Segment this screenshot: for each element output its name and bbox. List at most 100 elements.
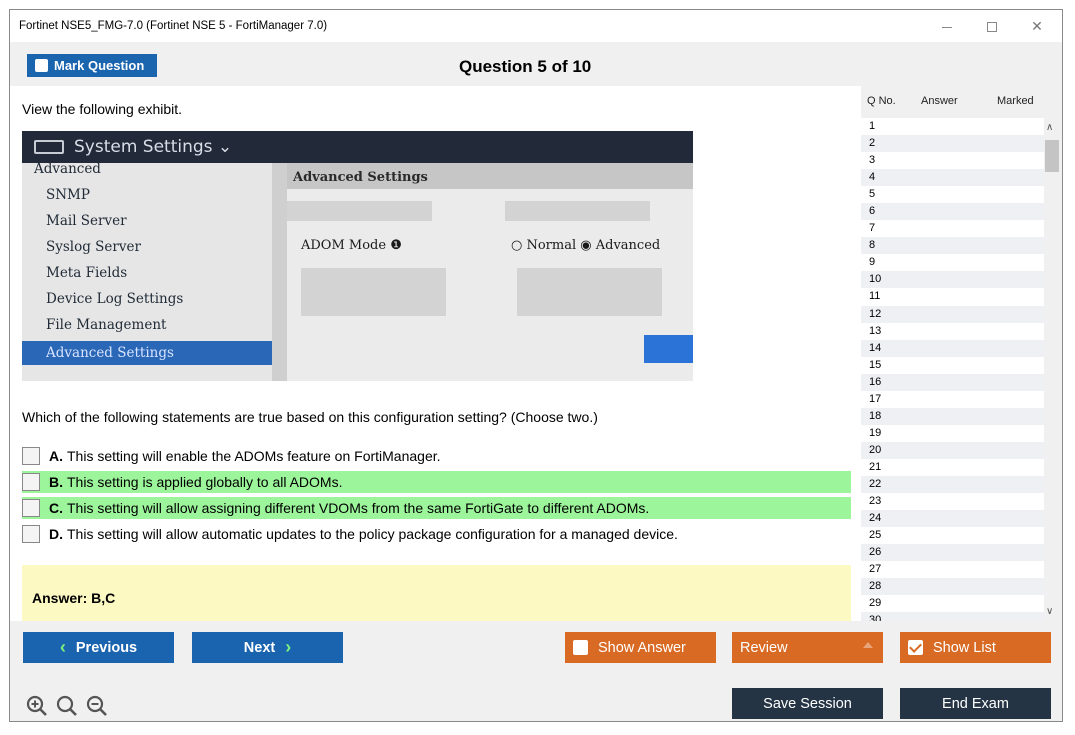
answer-text: Answer: B,C [32,590,116,606]
question-text: Which of the following statements are tr… [22,409,598,425]
mark-question-label: Mark Question [54,58,145,73]
exhibit-top-title: System Settings ⌄ [74,137,233,157]
question-list-rows: 1 2 3 4 5 6 7 8 9 10 11 12 13 14 15 16 17 18 19 20 21 22 23 24 2… [861,118,1044,621]
save-session-button[interactable]: Save Session [732,688,883,719]
exhibit-sidebar-item: SNMP [46,187,90,203]
question-list-row[interactable]: 25 [861,527,1044,545]
question-list-row[interactable]: 19 [861,424,1044,442]
question-list-row[interactable]: 5 [861,186,1044,204]
question-list-row[interactable]: 11 [861,288,1044,306]
close-icon: ✕ [1031,18,1043,34]
question-list-row[interactable]: 21 [861,458,1044,476]
exhibit-adom-mode-label: ADOM Mode ❶ [301,238,402,253]
question-content: View the following exhibit. System Setti… [10,86,861,631]
previous-button[interactable]: ‹ Previous [23,632,174,663]
scrollbar-thumb[interactable] [1045,140,1059,172]
option-letter: A. [49,448,63,464]
show-answer-button[interactable]: Show Answer [565,632,716,663]
question-list-row[interactable]: 15 [861,356,1044,374]
mark-question-button[interactable]: Mark Question [27,54,157,77]
caret-up-icon [863,642,873,648]
question-list-row[interactable]: 26 [861,544,1044,562]
question-list-row[interactable]: 7 [861,220,1044,238]
end-exam-label: End Exam [942,695,1009,712]
exhibit-adom-mode-options: ○ Normal ◉ Advanced [511,238,661,253]
option-c[interactable]: C. This setting will allow assigning dif… [22,497,851,519]
question-list-row[interactable]: 17 [861,390,1044,408]
question-list-row[interactable]: 3 [861,152,1044,170]
exhibit-blurred-field [301,268,446,316]
zoom-in-icon[interactable] [26,695,48,721]
option-checkbox[interactable] [22,447,40,465]
title-bar: Fortinet NSE5_FMG-7.0 (Fortinet NSE 5 - … [10,10,1062,42]
question-list-row[interactable]: 18 [861,407,1044,425]
show-list-button[interactable]: Show List [900,632,1051,663]
answer-header: Answer [921,95,958,107]
scroll-up-icon[interactable]: ∧ [1046,122,1053,133]
show-answer-label: Show Answer [598,639,686,656]
option-checkbox[interactable] [22,473,40,491]
exhibit-sidebar: Advanced SNMP Mail Server Syslog Server … [22,161,272,381]
exhibit-blurred-field [505,201,650,221]
maximize-icon [987,22,997,33]
question-list-row[interactable]: 16 [861,373,1044,391]
zoom-reset-icon[interactable] [56,695,78,721]
exhibit-apply-button [644,335,693,363]
question-list-row[interactable]: 29 [861,595,1044,613]
checkbox-icon [35,59,48,72]
question-list-row[interactable]: 4 [861,169,1044,187]
window-title: Fortinet NSE5_FMG-7.0 (Fortinet NSE 5 - … [19,20,328,32]
scroll-down-icon[interactable]: ∨ [1046,606,1053,617]
maximize-button[interactable] [979,15,1005,37]
exhibit-sidebar-item: Meta Fields [46,265,128,281]
option-letter: D. [49,526,63,542]
show-list-label: Show List [933,639,996,656]
option-checkbox[interactable] [22,499,40,517]
end-exam-button[interactable]: End Exam [900,688,1051,719]
question-list-row[interactable]: 12 [861,305,1044,323]
option-text: This setting is applied globally to all … [67,474,343,490]
exhibit-sidebar-item: File Management [46,317,167,333]
question-list-row[interactable]: 8 [861,237,1044,255]
question-list-scrollbar[interactable]: ∧ ∨ [1044,118,1060,621]
exhibit-main-panel: Advanced Settings ADOM Mode ❶ ○ Normal ◉… [287,163,693,381]
question-list-row[interactable]: 14 [861,339,1044,357]
option-checkbox[interactable] [22,525,40,543]
question-list-row[interactable]: 27 [861,561,1044,579]
exhibit-sidebar-item: Mail Server [46,213,127,229]
option-b[interactable]: B. This setting is applied globally to a… [22,471,851,493]
option-text: This setting will enable the ADOMs featu… [67,448,441,464]
question-list-row[interactable]: 24 [861,510,1044,528]
question-number: Question 5 of 10 [459,57,592,76]
exhibit-scrollbar [272,163,287,381]
zoom-out-icon[interactable] [86,695,108,721]
minimize-button[interactable] [934,15,960,37]
option-text: This setting will allow automatic update… [67,526,678,542]
question-list-row[interactable]: 2 [861,135,1044,153]
checked-checkbox-icon [908,640,923,655]
review-button[interactable]: Review [732,632,883,663]
question-list-row[interactable]: 22 [861,475,1044,494]
exhibit-main-header: Advanced Settings [287,163,693,189]
exhibit-blurred-field [287,201,432,221]
exhibit-blurred-field [517,268,662,316]
question-list-row[interactable]: 1 [861,118,1044,136]
question-list-row[interactable]: 6 [861,203,1044,221]
exam-window: Fortinet NSE5_FMG-7.0 (Fortinet NSE 5 - … [9,9,1063,722]
exhibit-sidebar-item: Advanced [34,161,101,177]
next-button[interactable]: Next › [192,632,343,663]
minimize-icon [942,26,952,28]
question-list-row[interactable]: 30 [861,612,1044,621]
question-list-row[interactable]: 23 [861,493,1044,511]
question-list-row[interactable]: 28 [861,578,1044,596]
exhibit-sidebar-item: Syslog Server [46,239,141,255]
question-list-row[interactable]: 9 [861,254,1044,272]
option-a[interactable]: A. This setting will enable the ADOMs fe… [22,445,851,467]
previous-label: Previous [75,639,138,656]
option-d[interactable]: D. This setting will allow automatic upd… [22,523,851,545]
question-list-row[interactable]: 20 [861,441,1044,459]
question-list-row[interactable]: 13 [861,322,1044,340]
question-list-row[interactable]: 10 [861,271,1044,289]
close-button[interactable]: ✕ [1024,15,1050,37]
exhibit-intro: View the following exhibit. [22,101,183,117]
